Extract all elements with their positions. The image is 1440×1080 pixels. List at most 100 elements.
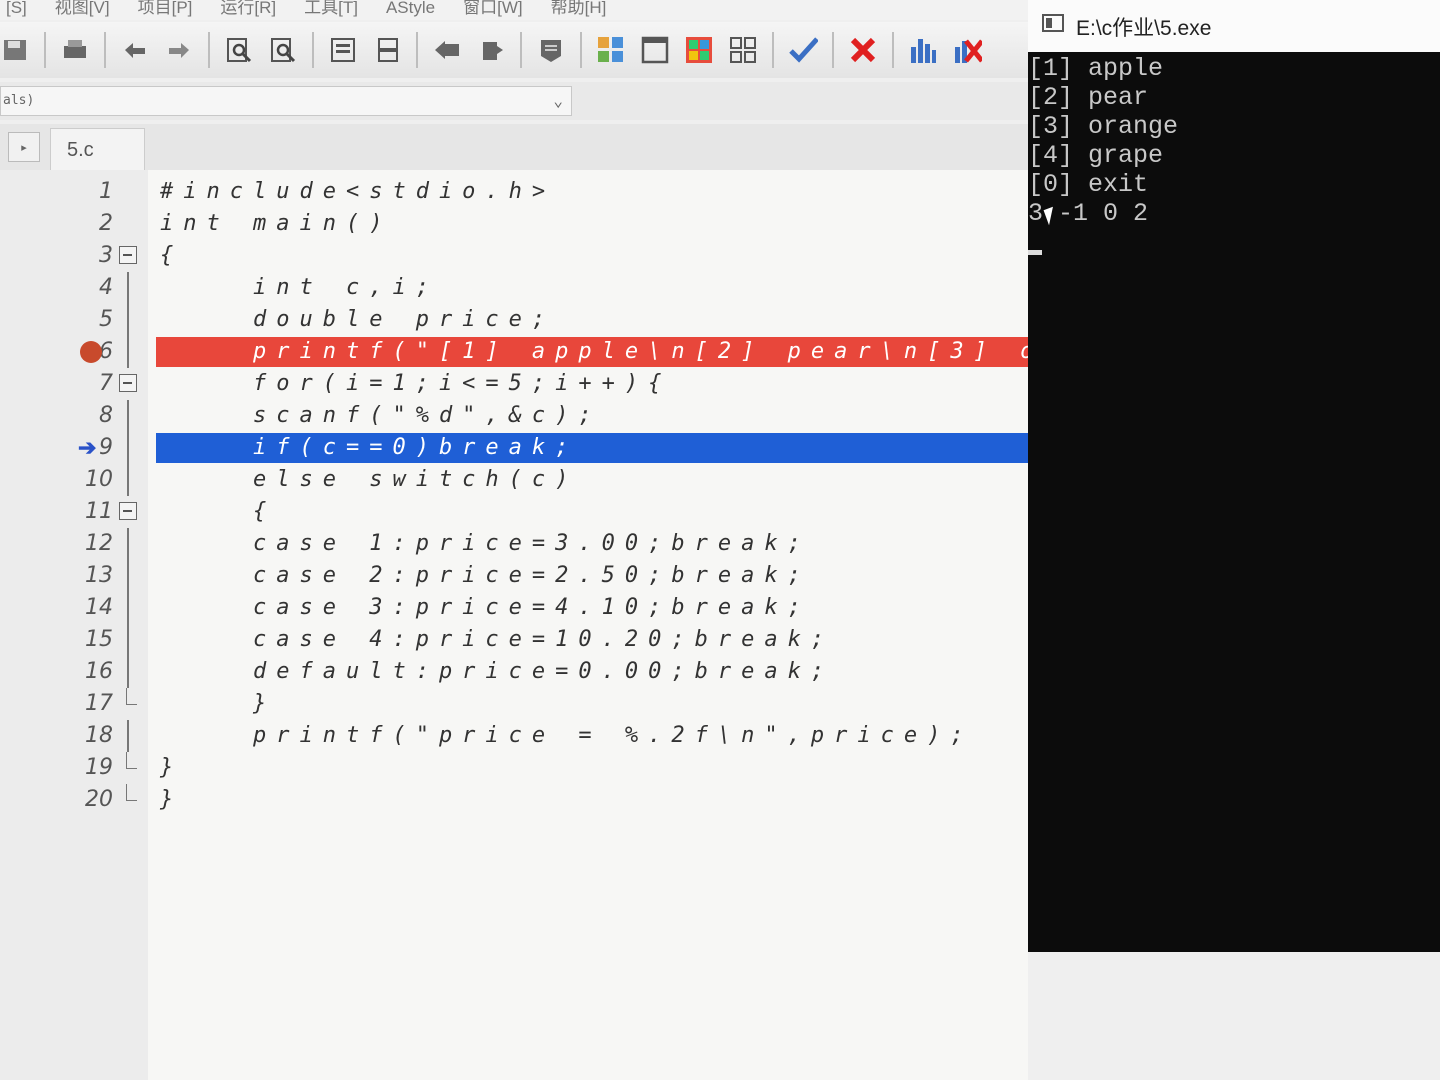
line-number[interactable]: 15 [55,624,113,656]
chevron-down-icon[interactable]: ⌄ [553,87,563,115]
code-text[interactable]: } [160,688,276,720]
code-line[interactable]: 16 default:price=0.00;break; [0,656,1030,688]
line-number[interactable]: 4 [55,272,113,304]
line-number[interactable]: 3 [55,240,113,272]
code-line[interactable]: 18 printf("price = %.2f\n",price); [0,720,1030,752]
code-text[interactable]: for(i=1;i<=5;i++){ [160,368,671,400]
menu-item-tools[interactable]: 工具[T] [304,0,358,20]
goto-line-icon[interactable] [536,35,566,65]
code-text[interactable]: #include<stdio.h> [160,176,555,208]
code-line[interactable]: 11 { [0,496,1030,528]
code-text[interactable]: default:price=0.00;break; [160,656,834,688]
menu-item-help[interactable]: 帮助[H] [551,0,607,20]
code-text[interactable]: int c,i; [160,272,439,304]
code-line[interactable]: 4 int c,i; [0,272,1030,304]
new-project-icon[interactable] [596,35,626,65]
fold-toggle-icon[interactable] [119,502,137,520]
debug-stop-icon[interactable] [952,35,982,65]
code-line[interactable]: 19} [0,752,1030,784]
menu-item-project[interactable]: 项目[P] [138,0,193,20]
line-number[interactable]: 16 [55,656,113,688]
line-number[interactable]: 20 [55,784,113,816]
code-text[interactable]: case 3:price=4.10;break; [160,592,811,624]
bookmark-next-icon[interactable] [476,35,506,65]
code-text[interactable]: case 1:price=3.00;break; [160,528,811,560]
line-number[interactable]: 5 [55,304,113,336]
indent-icon[interactable] [328,35,358,65]
line-number[interactable]: 10 [55,464,113,496]
code-line[interactable]: 1 #include<stdio.h> [0,176,1030,208]
fold-toggle-icon[interactable] [119,374,137,392]
code-text[interactable]: double price; [160,304,555,336]
line-number[interactable]: 11 [55,496,113,528]
console-output[interactable]: [1] apple [2] pear [3] orange [4] grape … [1028,52,1440,952]
code-line[interactable]: 10 else switch(c) [0,464,1030,496]
code-text[interactable]: printf("[1] apple\n[2] pear\n[3] o [160,336,1043,368]
menu-item-window[interactable]: 窗口[W] [463,0,523,20]
code-line[interactable]: 13 case 2:price=2.50;break; [0,560,1030,592]
line-number[interactable]: 18 [55,720,113,752]
replace-icon[interactable] [268,35,298,65]
code-line[interactable]: 15 case 4:price=10.20;break; [0,624,1030,656]
code-text[interactable]: else switch(c) [160,464,578,496]
unindent-icon[interactable] [372,35,402,65]
code-line[interactable]: 6 printf("[1] apple\n[2] pear\n[3] o [0,336,1033,368]
console-titlebar[interactable]: E:\c作业\5.exe [1028,0,1440,52]
menu-bar: [S] 视图[V] 项目[P] 运行[R] 工具[T] AStyle 窗口[W]… [0,0,1030,20]
grid-icon[interactable] [728,35,758,65]
line-number[interactable]: 14 [55,592,113,624]
code-text[interactable]: case 4:price=10.20;break; [160,624,834,656]
code-line[interactable]: 7 for(i=1;i<=5;i++){ [0,368,1030,400]
toolbar-separator [208,32,210,68]
code-editor[interactable]: 1 #include<stdio.h> 2 int main() 3{4 int c,i… [0,170,1033,1080]
find-icon[interactable] [224,35,254,65]
code-text[interactable]: if(c==0)break; [160,432,578,464]
code-line[interactable]: 2 int main() [0,208,1030,240]
code-line[interactable]: 3{ [0,240,1030,272]
code-text[interactable]: case 2:price=2.50;break; [160,560,811,592]
code-line[interactable]: 5 double price; [0,304,1030,336]
code-text[interactable]: } [160,752,183,784]
code-text[interactable]: printf("price = %.2f\n",price); [160,720,974,752]
line-number[interactable]: 13 [55,560,113,592]
code-text[interactable]: scanf("%d",&c); [160,400,602,432]
menu-item-view[interactable]: 视图[V] [55,0,110,20]
undo-icon[interactable] [120,35,150,65]
code-line[interactable]: 17 } [0,688,1030,720]
line-number[interactable]: 1 [55,176,113,208]
code-line[interactable]: 12 case 1:price=3.00;break; [0,528,1030,560]
code-line[interactable]: 8 scanf("%d",&c); [0,400,1030,432]
line-number[interactable]: 7 [55,368,113,400]
window-icon[interactable] [640,35,670,65]
fold-toggle-icon[interactable] [119,246,137,264]
print-icon[interactable] [60,35,90,65]
code-text[interactable]: { [160,496,276,528]
breakpoint-icon[interactable] [80,341,102,363]
menu-item-run[interactable]: 运行[R] [220,0,276,20]
code-line[interactable]: 9 ➔ if(c==0)break; [0,432,1030,464]
code-line[interactable]: 14 case 3:price=4.10;break; [0,592,1030,624]
line-number[interactable]: 12 [55,528,113,560]
code-text[interactable]: int main() [160,208,392,240]
menu-item-s[interactable]: [S] [6,0,27,20]
tab-5c[interactable]: 5.c [50,128,145,170]
bookmark-prev-icon[interactable] [432,35,462,65]
code-text[interactable]: } [160,784,183,816]
compile-icon[interactable] [684,35,714,65]
line-number[interactable]: 2 [55,208,113,240]
code-line[interactable]: 20} [0,784,1030,816]
console-line: [0] exit [1028,170,1149,199]
menu-item-astyle[interactable]: AStyle [386,0,435,20]
line-number[interactable]: 17 [55,688,113,720]
save-all-icon[interactable] [0,35,30,65]
code-text[interactable]: { [160,240,183,272]
line-number[interactable]: 19 [55,752,113,784]
console-line: [3] orange [1028,112,1179,141]
tab-scroll-button[interactable]: ▸ [8,132,40,162]
class-combo[interactable]: als) ⌄ [0,86,572,116]
delete-icon[interactable] [848,35,878,65]
check-icon[interactable] [788,35,818,65]
chart-icon[interactable] [908,35,938,65]
redo-icon[interactable] [164,35,194,65]
line-number[interactable]: 8 [55,400,113,432]
